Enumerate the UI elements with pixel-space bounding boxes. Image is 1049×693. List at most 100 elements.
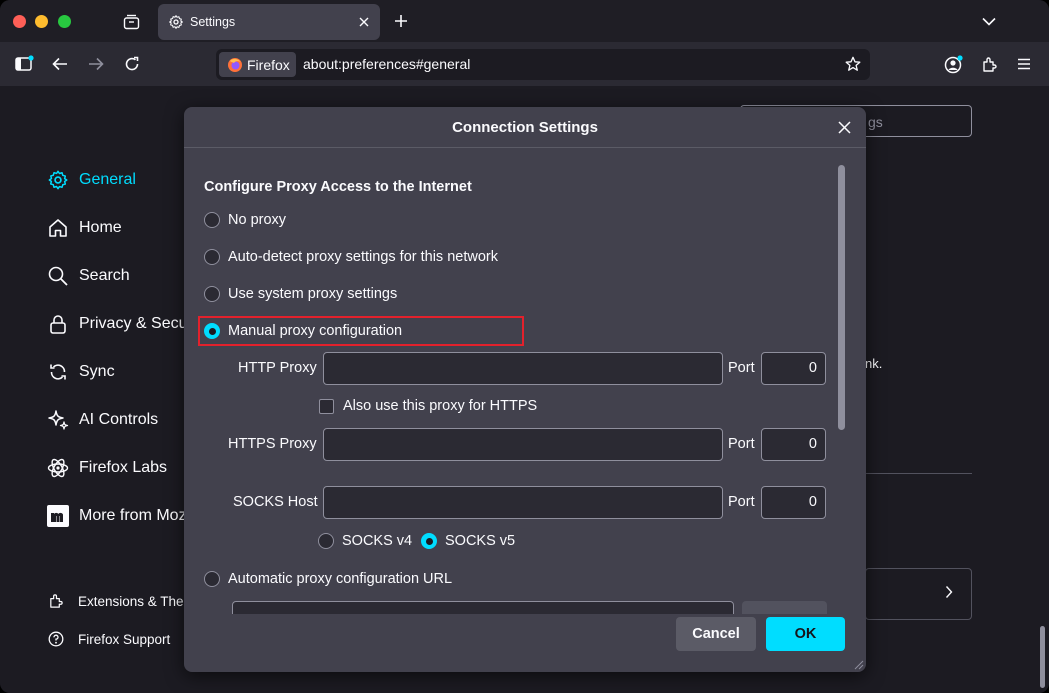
sidebar-item-label: Privacy & Secu	[79, 315, 188, 332]
radio-system-proxy[interactable]	[204, 286, 220, 302]
identity-box[interactable]: Firefox	[219, 52, 296, 77]
option-label: No proxy	[228, 212, 287, 228]
sidebar-footer-extensions[interactable]: Extensions & The	[48, 593, 184, 609]
sidebar-item-privacy[interactable]: Privacy & Secu	[46, 311, 187, 337]
reload-icon[interactable]	[122, 54, 142, 74]
gear-icon	[46, 168, 70, 192]
sidebar-item-label: General	[79, 171, 136, 188]
divider	[865, 473, 972, 474]
option-auto-detect[interactable]: Auto-detect proxy settings for this netw…	[204, 249, 498, 265]
also-https-checkbox[interactable]	[319, 398, 334, 414]
zoom-window-button[interactable]	[58, 15, 71, 28]
auto-proxy-url-input[interactable]	[232, 601, 734, 614]
url-text[interactable]: about:preferences#general	[303, 56, 470, 72]
firefox-logo-icon	[227, 57, 243, 73]
socks-port-label: Port	[728, 494, 755, 510]
chevron-down-icon[interactable]	[980, 12, 998, 30]
radio-socks-v5[interactable]	[421, 533, 437, 549]
http-port-input[interactable]: 0	[761, 352, 826, 385]
socks-port-input[interactable]: 0	[761, 486, 826, 519]
tab-close-icon[interactable]	[356, 14, 372, 30]
atom-icon	[46, 456, 70, 480]
http-port-label: Port	[728, 360, 755, 376]
socks-host-input[interactable]	[323, 486, 723, 519]
tab-strip: Settings	[0, 0, 1049, 42]
radio-no-proxy[interactable]	[204, 212, 220, 228]
also-https-row[interactable]: Also use this proxy for HTTPS	[319, 398, 537, 414]
option-label: Automatic proxy configuration URL	[228, 571, 453, 587]
search-icon	[46, 264, 70, 288]
chevron-right-icon	[945, 585, 953, 604]
dialog-scrollbar-thumb[interactable]	[838, 165, 845, 430]
reload-url-button[interactable]	[742, 601, 827, 614]
sidebar-item-label: Search	[79, 267, 130, 284]
page-scrollbar[interactable]	[1040, 626, 1045, 688]
sync-icon	[46, 360, 70, 384]
sidebar-item-sync[interactable]: Sync	[46, 359, 115, 385]
back-arrow-icon[interactable]	[50, 54, 70, 74]
sidebar-item-label: Home	[79, 219, 122, 236]
cancel-button[interactable]: Cancel	[676, 617, 756, 651]
resize-grip-icon[interactable]	[852, 658, 864, 670]
option-label: Manual proxy configuration	[228, 323, 403, 339]
browser-window: Settings Firefox about:preferences#gener…	[0, 0, 1049, 693]
ok-button[interactable]: OK	[766, 617, 845, 651]
sidebar-footer-support[interactable]: Firefox Support	[48, 631, 170, 647]
identity-label: Firefox	[247, 56, 290, 73]
sidebar-item-more-from-mozilla[interactable]: More from Moz	[46, 503, 187, 529]
radio-manual-proxy[interactable]	[204, 323, 220, 339]
sidebar-item-general[interactable]: General	[46, 167, 136, 193]
help-icon	[48, 631, 64, 647]
option-system-proxy[interactable]: Use system proxy settings	[204, 286, 397, 302]
forward-arrow-icon[interactable]	[86, 54, 106, 74]
minimize-window-button[interactable]	[35, 15, 48, 28]
sidebar-item-label: Firefox Labs	[79, 459, 168, 476]
lock-icon	[46, 312, 70, 336]
radio-auto-proxy-url[interactable]	[204, 571, 220, 587]
new-tab-icon[interactable]	[392, 12, 410, 30]
option-manual-proxy[interactable]: Manual proxy configuration	[204, 323, 402, 339]
connection-settings-dialog: Connection Settings Configure Proxy Acce…	[184, 107, 866, 672]
url-bar[interactable]: Firefox about:preferences#general	[216, 49, 870, 80]
option-socks-v5[interactable]: SOCKS v5	[421, 533, 515, 549]
search-placeholder-fragment: gs	[868, 114, 883, 130]
menu-hamburger-icon[interactable]	[1014, 54, 1034, 74]
bookmark-star-icon[interactable]	[844, 55, 862, 73]
extensions-puzzle-icon[interactable]	[979, 54, 999, 74]
sidebar-item-label: AI Controls	[79, 411, 159, 428]
option-socks-v4[interactable]: SOCKS v4	[318, 533, 412, 549]
also-https-label: Also use this proxy for HTTPS	[343, 398, 538, 414]
sidebar-item-label: More from Moz	[79, 507, 187, 524]
sidebar-item-firefox-labs[interactable]: Firefox Labs	[46, 455, 167, 481]
sidebar-item-search[interactable]: Search	[46, 263, 130, 289]
sidebar-footer-label: Extensions & The	[78, 593, 184, 609]
background-link-box[interactable]	[865, 568, 972, 620]
https-proxy-input[interactable]	[323, 428, 723, 461]
sidebar-footer-label: Firefox Support	[78, 631, 171, 647]
dialog-title: Connection Settings	[452, 118, 598, 136]
sidebar-item-home[interactable]: Home	[46, 215, 122, 241]
home-icon	[46, 216, 70, 240]
close-icon[interactable]	[836, 119, 852, 135]
tab-title: Settings	[190, 15, 236, 29]
sidebar-item-ai-controls[interactable]: AI Controls	[46, 407, 158, 433]
dialog-scrollbar[interactable]	[835, 164, 848, 614]
close-window-button[interactable]	[13, 15, 26, 28]
http-proxy-input[interactable]	[323, 352, 723, 385]
radio-auto-detect[interactable]	[204, 249, 220, 265]
sidebar-toggle-icon[interactable]	[14, 54, 34, 74]
sparkle-icon	[46, 408, 70, 432]
https-port-input[interactable]: 0	[761, 428, 826, 461]
https-proxy-label: HTTPS Proxy	[228, 436, 317, 452]
option-auto-proxy-url[interactable]: Automatic proxy configuration URL	[204, 571, 452, 587]
account-icon[interactable]	[943, 54, 963, 74]
socks-v4-label: SOCKS v4	[342, 533, 413, 549]
gear-icon	[168, 14, 184, 30]
radio-socks-v4[interactable]	[318, 533, 334, 549]
socks-host-label: SOCKS Host	[233, 494, 318, 510]
tab-settings[interactable]: Settings	[158, 4, 380, 40]
option-no-proxy[interactable]: No proxy	[204, 212, 286, 228]
navigation-toolbar: Firefox about:preferences#general	[0, 42, 1049, 86]
tab-overview-icon[interactable]	[120, 11, 142, 33]
socks-v5-label: SOCKS v5	[445, 533, 516, 549]
